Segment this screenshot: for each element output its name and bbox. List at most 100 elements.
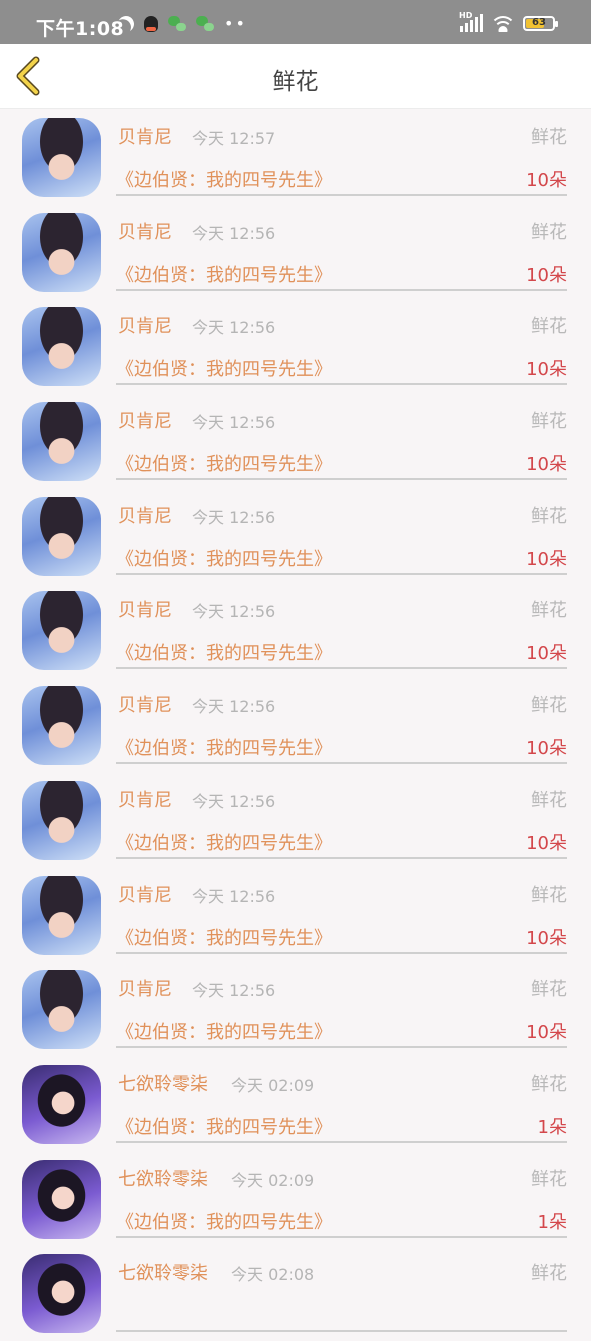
book-title[interactable]: 《边伯贤：我的四号先生》 [116, 639, 332, 665]
divider [116, 478, 567, 481]
gift-count: 10朵 [526, 1022, 567, 1044]
avatar[interactable] [22, 875, 101, 955]
book-title[interactable]: 《边伯贤：我的四号先生》 [116, 1018, 332, 1044]
gift-type: 鲜花 [531, 505, 567, 527]
page-title: 鲜花 [272, 69, 319, 95]
gift-type: 鲜花 [531, 127, 567, 148]
wifi-icon [492, 14, 514, 32]
moon-icon [116, 13, 137, 34]
timestamp: 今天 12:56 [192, 507, 276, 527]
gift-record-list: 贝肯尼 今天 12:57 鲜花 《边伯贤：我的四号先生》 10朵 贝肯尼 今天 12:56 鲜… [0, 110, 591, 1341]
divider [116, 1330, 567, 1333]
avatar[interactable] [22, 212, 101, 292]
avatar[interactable] [22, 686, 101, 766]
book-title[interactable]: 《边伯贤：我的四号先生》 [116, 1113, 332, 1139]
nav-bar: 鲜花 [0, 44, 591, 109]
book-title[interactable]: 《边伯贤：我的四号先生》 [116, 166, 332, 192]
gift-type: 鲜花 [531, 695, 567, 717]
gift-count: 1朵 [537, 1211, 567, 1233]
battery-level: 63 [532, 16, 546, 28]
list-item[interactable]: 贝肯尼 今天 12:56 鲜花《边伯贤：我的四号先生》 10朵 [0, 394, 591, 489]
username[interactable]: 七欲聆零柒 [118, 1259, 208, 1285]
book-title[interactable]: 《边伯贤：我的四号先生》 [116, 829, 332, 855]
qq-icon [144, 15, 158, 32]
username[interactable]: 七欲聆零柒 [118, 1070, 208, 1096]
timestamp: 今天 12:56 [192, 223, 276, 243]
avatar[interactable] [22, 118, 101, 197]
list-item[interactable]: 贝肯尼 今天 12:56 鲜花 《边伯贤：我的四号先生》 10朵 [0, 773, 591, 868]
username[interactable]: 贝肯尼 [118, 691, 172, 717]
username[interactable]: 贝肯尼 [118, 975, 172, 1001]
timestamp: 今天 02:09 [231, 1075, 315, 1095]
book-title[interactable]: 《边伯贤：我的四号先生》 [116, 261, 332, 287]
timestamp: 今天 12:56 [192, 697, 276, 717]
username[interactable]: 贝肯尼 [118, 407, 172, 433]
divider [116, 951, 567, 954]
divider [116, 856, 567, 859]
list-item[interactable]: 贝肯尼 今天 12:56 鲜花《边伯贤：我的四号先生》 10朵 [0, 489, 591, 584]
divider [116, 667, 567, 670]
list-item[interactable]: 七欲聆零柒 今天 02:09 鲜花《边伯贤：我的四号先生》 1朵 [0, 1152, 591, 1247]
username[interactable]: 贝肯尼 [118, 123, 172, 149]
avatar[interactable] [22, 970, 101, 1050]
book-title[interactable]: 《边伯贤：我的四号先生》 [116, 355, 332, 381]
username[interactable]: 贝肯尼 [118, 312, 172, 338]
timestamp: 今天 12:57 [192, 129, 276, 148]
gift-type: 鲜花 [531, 884, 567, 906]
list-item[interactable]: 贝肯尼 今天 12:56 鲜花 《边伯贤：我的四号先生》 10朵 [0, 583, 591, 678]
gift-type: 鲜花 [531, 221, 567, 243]
gift-count: 10朵 [526, 643, 567, 665]
avatar[interactable] [22, 1254, 101, 1334]
list-item[interactable]: 七欲聆零柒 今天 02:08 鲜花 [0, 1246, 591, 1341]
divider [116, 762, 567, 765]
gift-type: 鲜花 [531, 1168, 567, 1190]
divider [116, 572, 567, 575]
gift-type: 鲜花 [531, 979, 567, 1001]
book-title[interactable]: 《边伯贤：我的四号先生》 [116, 1208, 332, 1234]
avatar[interactable] [22, 1064, 101, 1144]
book-title[interactable]: 《边伯贤：我的四号先生》 [116, 545, 332, 571]
gift-type: 鲜花 [531, 316, 567, 338]
signal-icon: HD [459, 11, 483, 32]
gift-type: 鲜花 [531, 1263, 567, 1285]
list-item[interactable]: 贝肯尼 今天 12:56 鲜花《边伯贤：我的四号先生》 10朵 [0, 868, 591, 963]
divider [116, 288, 567, 291]
book-title[interactable]: 《边伯贤：我的四号先生》 [116, 450, 332, 476]
battery-icon: 63 [523, 15, 558, 31]
gift-count: 1朵 [537, 1116, 567, 1138]
gift-type: 鲜花 [531, 600, 567, 622]
avatar[interactable] [22, 591, 101, 671]
avatar[interactable] [22, 307, 101, 387]
timestamp: 今天 12:56 [192, 413, 276, 433]
username[interactable]: 贝肯尼 [118, 596, 172, 622]
gift-count: 10朵 [526, 548, 567, 570]
avatar[interactable] [22, 402, 101, 482]
timestamp: 今天 02:09 [231, 1170, 315, 1190]
username[interactable]: 贝肯尼 [118, 502, 172, 528]
gift-count: 10朵 [526, 264, 567, 286]
avatar[interactable] [22, 1159, 101, 1239]
list-item[interactable]: 贝肯尼 今天 12:57 鲜花 《边伯贤：我的四号先生》 10朵 [0, 110, 591, 205]
avatar[interactable] [22, 780, 101, 860]
more-dots-icon: •• [224, 14, 247, 33]
divider [116, 1140, 567, 1143]
list-item[interactable]: 贝肯尼 今天 12:56 鲜花 《边伯贤：我的四号先生》 10朵 [0, 299, 591, 394]
wechat-icon [196, 16, 214, 31]
timestamp: 今天 12:56 [192, 886, 276, 906]
list-item[interactable]: 七欲聆零柒 今天 02:09 鲜花 《边伯贤：我的四号先生》 1朵 [0, 1057, 591, 1152]
username[interactable]: 贝肯尼 [118, 218, 172, 244]
gift-type: 鲜花 [531, 411, 567, 433]
list-item[interactable]: 贝肯尼 今天 12:56 鲜花 《边伯贤：我的四号先生》 10朵 [0, 678, 591, 773]
gift-count: 10朵 [526, 927, 567, 949]
list-item[interactable]: 贝肯尼 今天 12:56 鲜花 《边伯贤：我的四号先生》 10朵 [0, 962, 591, 1057]
book-title[interactable]: 《边伯贤：我的四号先生》 [116, 734, 332, 760]
username[interactable]: 贝肯尼 [118, 786, 172, 812]
book-title[interactable]: 《边伯贤：我的四号先生》 [116, 924, 332, 950]
gift-count: 10朵 [526, 454, 567, 476]
username[interactable]: 贝肯尼 [118, 881, 172, 907]
status-bar: 下午1:08 •• HD 63 [0, 0, 591, 44]
network-type: HD [459, 11, 473, 20]
username[interactable]: 七欲聆零柒 [118, 1165, 208, 1191]
list-item[interactable]: 贝肯尼 今天 12:56 鲜花《边伯贤：我的四号先生》 10朵 [0, 205, 591, 300]
avatar[interactable] [22, 496, 101, 576]
